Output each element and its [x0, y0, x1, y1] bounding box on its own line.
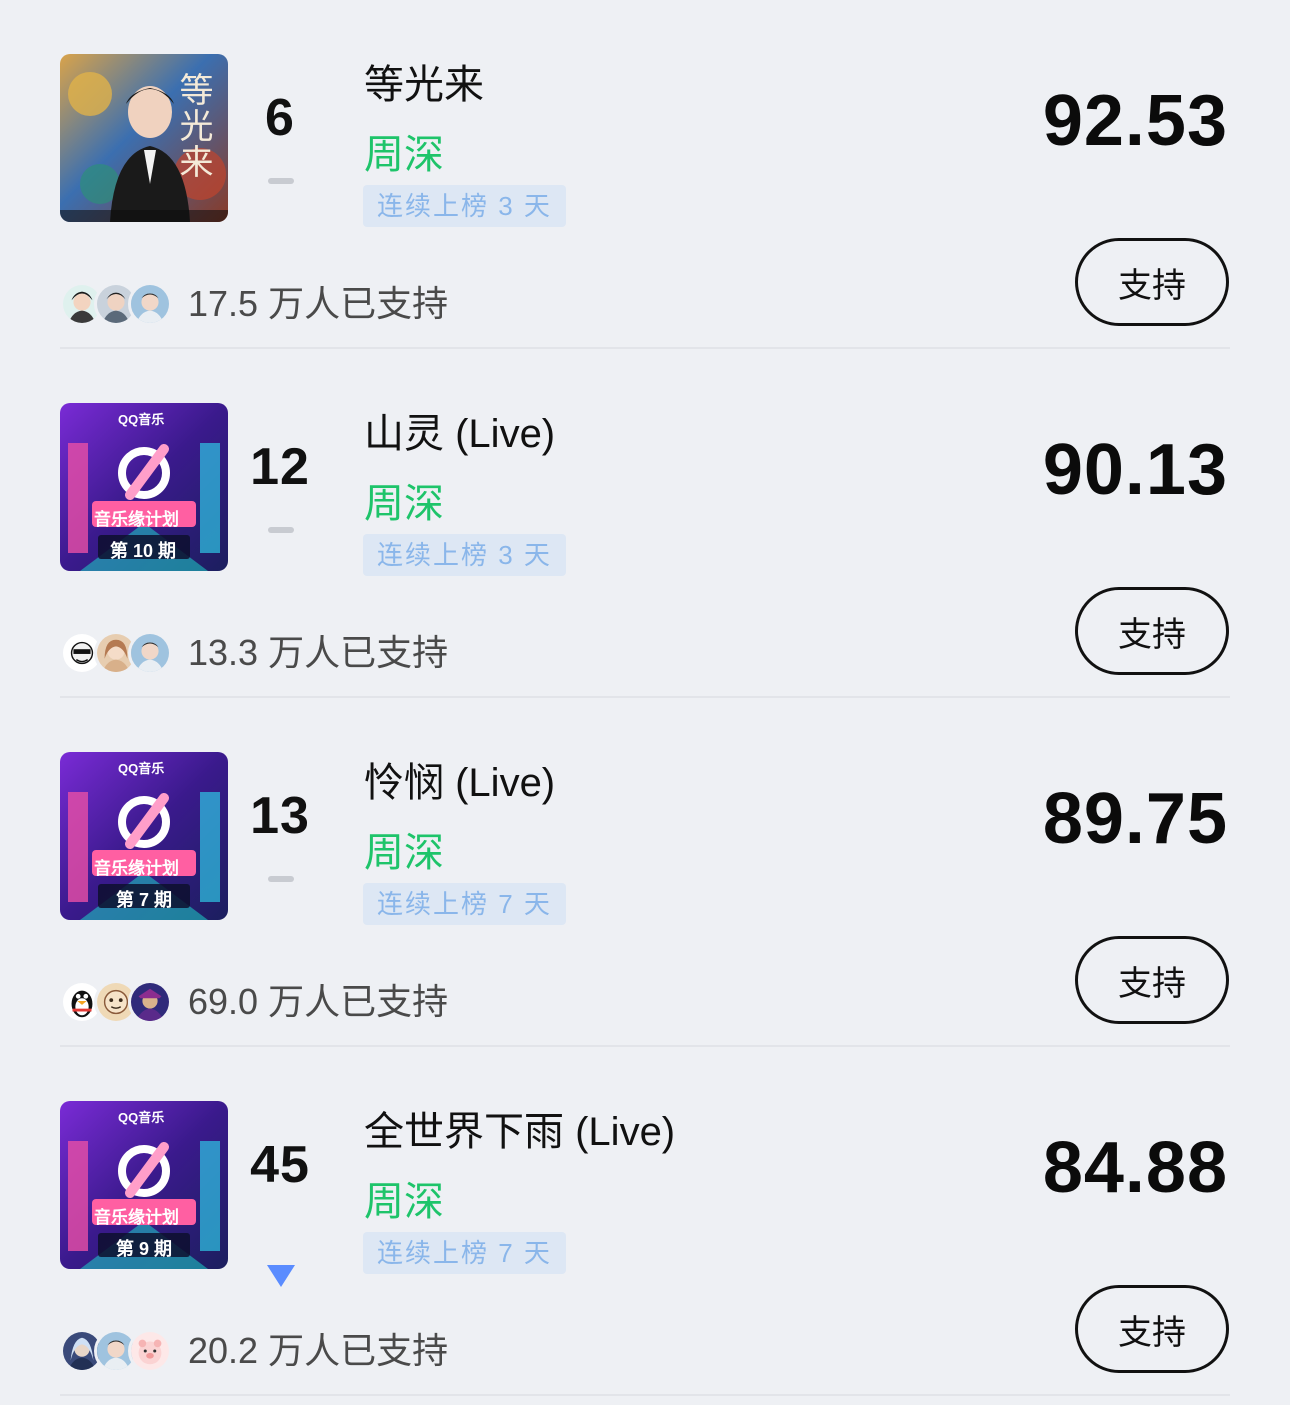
song-title[interactable]: 全世界下雨 (Live) — [364, 1099, 675, 1157]
divider — [60, 1394, 1230, 1396]
qq-music-brand: QQ音乐 — [118, 1110, 165, 1125]
rank-number: 6 — [265, 89, 295, 147]
show-logo-text: 音乐缘计划 — [94, 510, 179, 529]
artist-name[interactable]: 周深 — [364, 1169, 444, 1227]
support-button[interactable]: 支持 — [1075, 936, 1229, 1024]
artist-name[interactable]: 周深 — [364, 471, 444, 529]
supporter-count: 13.3 万人已支持 — [188, 632, 449, 673]
show-logo-text: 音乐缘计划 — [94, 859, 179, 878]
song-title[interactable]: 山灵 (Live) — [364, 401, 555, 459]
rank-down-icon — [267, 1265, 295, 1287]
album-cover[interactable]: 等光来 — [60, 54, 228, 222]
song-title[interactable]: 等光来 — [364, 52, 484, 110]
streak-badge: 连续上榜 7 天 — [363, 1232, 566, 1274]
streak-badge: 连续上榜 7 天 — [363, 883, 566, 925]
supporter-count: 17.5 万人已支持 — [188, 283, 449, 324]
rank-unchanged-icon — [268, 527, 294, 533]
rank-unchanged-icon — [268, 178, 294, 184]
rank-number: 45 — [250, 1136, 310, 1194]
score: 84.88 — [1042, 1128, 1228, 1208]
episode-label: 第 7 期 — [116, 890, 173, 910]
album-cover[interactable]: QQ音乐 音乐缘计划 第 9 期 — [60, 1101, 228, 1269]
qq-music-brand: QQ音乐 — [118, 761, 165, 776]
episode-label: 第 10 期 — [110, 541, 177, 561]
supporter-count: 20.2 万人已支持 — [188, 1330, 449, 1371]
streak-badge: 连续上榜 3 天 — [363, 534, 566, 576]
score: 90.13 — [1042, 430, 1228, 510]
support-button[interactable]: 支持 — [1075, 587, 1229, 675]
supporter-avatars — [60, 1329, 176, 1373]
rank-unchanged-icon — [268, 876, 294, 882]
chart-row[interactable]: QQ音乐 音乐缘计划 第 10 期 12 山灵 (Live) 周深 连续上榜 3… — [0, 349, 1290, 698]
chart-row[interactable]: QQ音乐 音乐缘计划 第 7 期 13 怜悯 (Live) 周深 连续上榜 7 … — [0, 698, 1290, 1047]
show-logo-text: 音乐缘计划 — [94, 1208, 179, 1227]
song-chart-list: 等光来 6 等光来 周深 连续上榜 3 天 92.53 17.5 万人已支持 支… — [0, 0, 1290, 1405]
score: 89.75 — [1042, 779, 1228, 859]
rank-number: 13 — [250, 787, 310, 845]
album-cover[interactable]: QQ音乐 音乐缘计划 第 10 期 — [60, 403, 228, 571]
album-cover-title: 等光来 — [173, 72, 213, 180]
streak-badge: 连续上榜 3 天 — [363, 185, 566, 227]
supporter-avatars — [60, 631, 176, 675]
supporter-avatars — [60, 282, 176, 326]
avatar — [128, 980, 172, 1024]
supporter-avatars — [60, 980, 176, 1024]
chart-row[interactable]: QQ音乐 音乐缘计划 第 9 期 45 全世界下雨 (Live) 周深 连续上榜… — [0, 1047, 1290, 1396]
avatar — [128, 631, 172, 675]
artist-name[interactable]: 周深 — [364, 122, 444, 180]
qq-music-brand: QQ音乐 — [118, 412, 165, 427]
support-button[interactable]: 支持 — [1075, 238, 1229, 326]
avatar — [128, 1329, 172, 1373]
episode-label: 第 9 期 — [116, 1239, 173, 1259]
supporter-count: 69.0 万人已支持 — [188, 981, 449, 1022]
album-cover[interactable]: QQ音乐 音乐缘计划 第 7 期 — [60, 752, 228, 920]
avatar — [128, 282, 172, 326]
rank-number: 12 — [250, 438, 310, 496]
artist-name[interactable]: 周深 — [364, 820, 444, 878]
score: 92.53 — [1042, 81, 1228, 161]
support-button[interactable]: 支持 — [1075, 1285, 1229, 1373]
chart-row[interactable]: 等光来 6 等光来 周深 连续上榜 3 天 92.53 17.5 万人已支持 支… — [0, 0, 1290, 349]
song-title[interactable]: 怜悯 (Live) — [364, 750, 555, 808]
